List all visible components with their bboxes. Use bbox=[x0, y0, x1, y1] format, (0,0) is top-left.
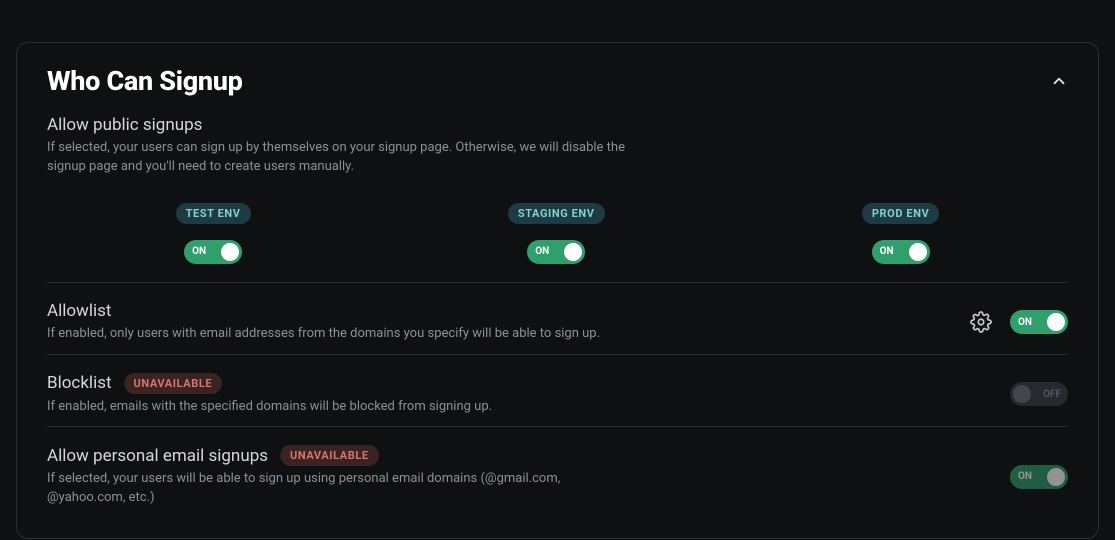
toggle-blocklist: OFF bbox=[1010, 382, 1068, 406]
env-badge-test: TEST ENV bbox=[176, 203, 251, 224]
toggle-knob bbox=[909, 243, 927, 261]
toggle-knob bbox=[564, 243, 582, 261]
env-test: TEST ENV ON bbox=[176, 203, 251, 264]
toggle-personal-email: ON bbox=[1010, 465, 1068, 489]
gear-icon[interactable] bbox=[970, 311, 992, 333]
toggle-prod-env[interactable]: ON bbox=[872, 240, 930, 264]
env-badge-prod: PROD ENV bbox=[862, 203, 940, 224]
toggle-staging-env[interactable]: ON bbox=[527, 240, 585, 264]
setting-desc: If selected, your users will be able to … bbox=[47, 470, 627, 508]
blocklist-setting: Blocklist UNAVAILABLE If enabled, emails… bbox=[47, 373, 1068, 417]
allow-public-signups-setting: Allow public signups If selected, your u… bbox=[47, 115, 1068, 264]
toggle-allowlist[interactable]: ON bbox=[1010, 310, 1068, 334]
unavailable-badge: UNAVAILABLE bbox=[280, 445, 379, 466]
env-staging: STAGING ENV ON bbox=[508, 203, 605, 264]
setting-title: Blocklist bbox=[47, 373, 112, 393]
setting-title: Allowlist bbox=[47, 301, 954, 321]
divider bbox=[47, 282, 1068, 283]
env-prod: PROD ENV ON bbox=[862, 203, 940, 264]
toggle-knob bbox=[1047, 313, 1065, 331]
personal-email-setting: Allow personal email signups UNAVAILABLE… bbox=[47, 445, 1068, 508]
toggle-label: ON bbox=[1018, 471, 1032, 482]
section-title: Who Can Signup bbox=[47, 65, 243, 97]
toggle-knob bbox=[1013, 385, 1031, 403]
toggle-test-env[interactable]: ON bbox=[184, 240, 242, 264]
divider bbox=[47, 354, 1068, 355]
setting-desc: If enabled, emails with the specified do… bbox=[47, 398, 627, 417]
toggle-knob bbox=[1047, 468, 1065, 486]
toggle-label: ON bbox=[880, 246, 894, 257]
toggle-knob bbox=[221, 243, 239, 261]
setting-desc: If selected, your users can sign up by t… bbox=[47, 139, 627, 177]
toggle-label: ON bbox=[1018, 317, 1032, 328]
environment-toggle-row: TEST ENV ON STAGING ENV ON PROD ENV ON bbox=[47, 203, 1068, 264]
chevron-up-icon[interactable] bbox=[1050, 72, 1068, 90]
setting-desc: If enabled, only users with email addres… bbox=[47, 325, 627, 344]
toggle-label: ON bbox=[535, 246, 549, 257]
divider bbox=[47, 426, 1068, 427]
toggle-label: ON bbox=[192, 246, 206, 257]
unavailable-badge: UNAVAILABLE bbox=[124, 373, 223, 394]
card-header: Who Can Signup bbox=[47, 65, 1068, 97]
setting-title: Allow personal email signups bbox=[47, 446, 268, 466]
toggle-label: OFF bbox=[1043, 389, 1061, 400]
allowlist-setting: Allowlist If enabled, only users with em… bbox=[47, 301, 1068, 344]
setting-title: Allow public signups bbox=[47, 115, 1068, 135]
env-badge-staging: STAGING ENV bbox=[508, 203, 605, 224]
who-can-signup-card: Who Can Signup Allow public signups If s… bbox=[16, 42, 1099, 539]
